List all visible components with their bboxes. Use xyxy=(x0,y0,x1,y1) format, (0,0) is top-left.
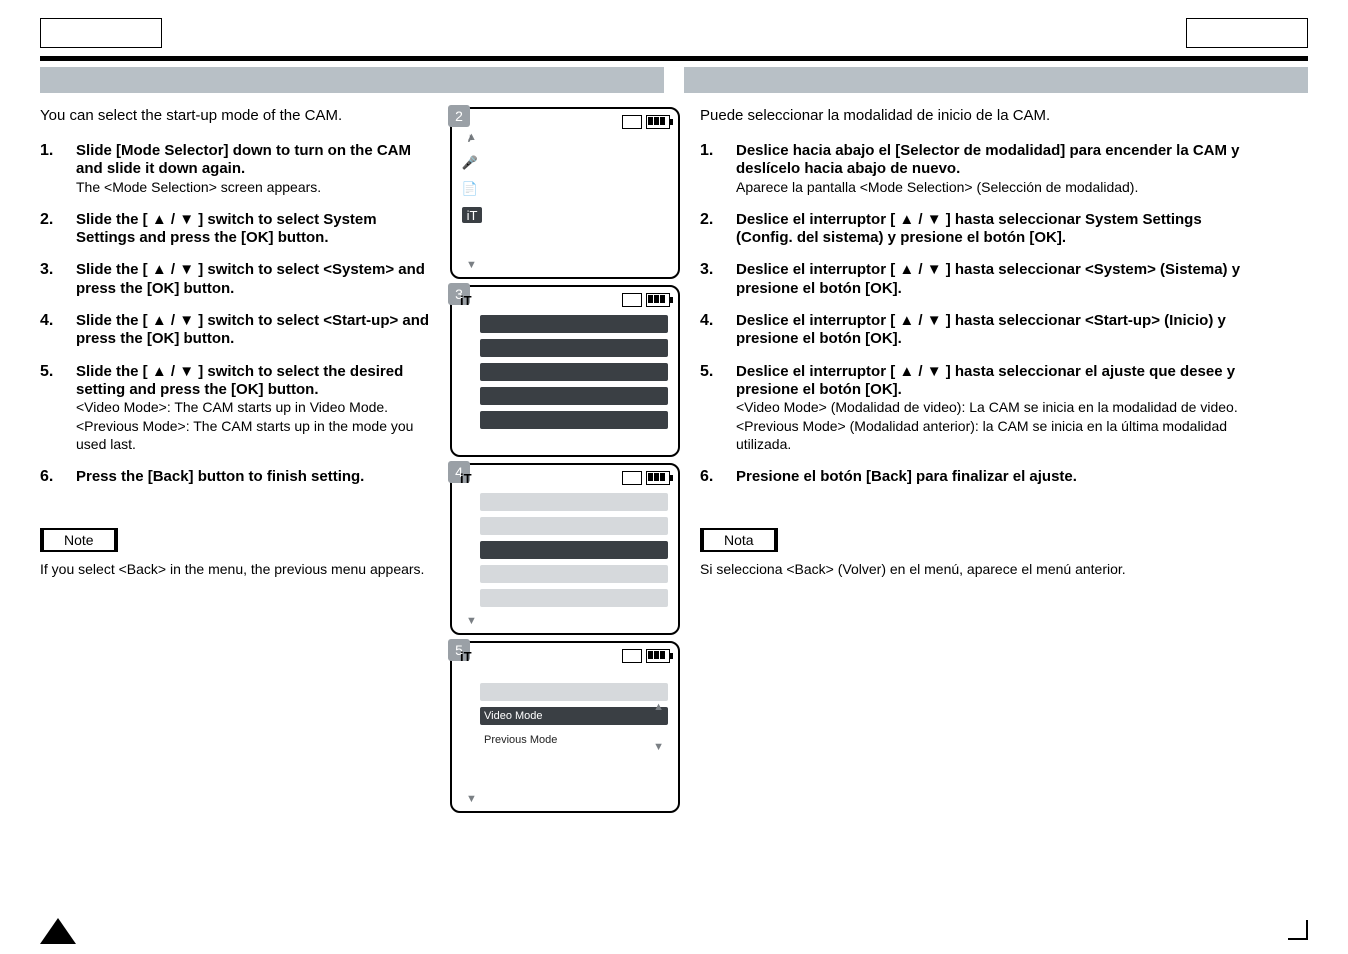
battery-icon xyxy=(646,471,670,485)
arrow-down-icon: ▼ xyxy=(466,259,477,271)
step-num: 6. xyxy=(700,468,736,486)
settings-icon: iT xyxy=(462,207,482,223)
arrow-down-icon: ▼ xyxy=(466,615,477,627)
sd-icon xyxy=(622,293,642,307)
lcd-screen-2: 2 ▲ ♪ 🎤 📄 iT ▼ xyxy=(450,107,680,279)
battery-icon xyxy=(646,115,670,129)
step-bold: Deslice el interruptor [ ▲ / ▼ ] hasta s… xyxy=(736,363,1235,398)
arrow-down-icon: ▼ xyxy=(653,741,664,753)
step-num: 3. xyxy=(700,261,736,298)
music-icon: ♪ xyxy=(462,129,478,145)
menu-row xyxy=(480,315,668,333)
step-num: 2. xyxy=(40,211,76,248)
sd-icon xyxy=(622,115,642,129)
intro-es: Puede seleccionar la modalidad de inicio… xyxy=(700,107,1260,124)
step-num: 5. xyxy=(700,363,736,454)
step-sub: <Video Mode> (Modalidad de video): La CA… xyxy=(736,399,1238,452)
menu-row xyxy=(480,363,668,381)
settings-icon: iT xyxy=(460,649,472,664)
step-bold: Slide the [ ▲ / ▼ ] switch to select <Sy… xyxy=(76,261,425,296)
note-text-en: If you select <Back> in the menu, the pr… xyxy=(40,560,430,579)
crop-mark-icon xyxy=(1288,920,1308,940)
note-label-en: Note xyxy=(40,528,118,552)
step-bold: Deslice hacia abajo el [Selector de moda… xyxy=(736,142,1240,177)
page-marker-triangle-icon xyxy=(40,918,76,944)
step-bold: Deslice el interruptor [ ▲ / ▼ ] hasta s… xyxy=(736,261,1240,296)
menu-row xyxy=(480,493,668,511)
lcd-screen-3: 3 iT xyxy=(450,285,680,457)
option-previous-mode: Previous Mode xyxy=(480,731,668,749)
menu-row xyxy=(480,565,668,583)
rule xyxy=(40,56,1308,61)
arrow-up-icon: ▲ xyxy=(653,701,664,713)
arrow-down-icon: ▼ xyxy=(466,793,477,805)
step-bold: Deslice el interruptor [ ▲ / ▼ ] hasta s… xyxy=(736,312,1226,347)
header-tab-left xyxy=(40,18,162,48)
step-sub: Aparece la pantalla <Mode Selection> (Se… xyxy=(736,179,1138,195)
intro-en: You can select the start-up mode of the … xyxy=(40,107,430,124)
step-num: 5. xyxy=(40,363,76,454)
menu-row xyxy=(480,517,668,535)
step-num: 1. xyxy=(700,142,736,197)
step-bold: Slide the [ ▲ / ▼ ] switch to select the… xyxy=(76,363,403,398)
settings-icon: iT xyxy=(460,471,472,486)
step-num: 4. xyxy=(700,312,736,349)
step-num: 2. xyxy=(700,211,736,248)
sd-icon xyxy=(622,471,642,485)
battery-icon xyxy=(646,293,670,307)
menu-row xyxy=(480,411,668,429)
option-video-mode: Video Mode xyxy=(480,707,668,725)
section-band-right xyxy=(684,67,1308,93)
menu-row xyxy=(480,387,668,405)
step-bold: Slide [Mode Selector] down to turn on th… xyxy=(76,142,411,177)
step-num: 3. xyxy=(40,261,76,298)
settings-icon: iT xyxy=(460,293,472,308)
screen-badge: 2 xyxy=(448,105,470,127)
header-tab-right xyxy=(1186,18,1308,48)
note-text-es: Si selecciona <Back> (Volver) en el menú… xyxy=(700,560,1260,579)
file-icon: 📄 xyxy=(462,181,478,197)
menu-row xyxy=(480,339,668,357)
step-num: 1. xyxy=(40,142,76,197)
step-num: 6. xyxy=(40,468,76,486)
menu-row-selected xyxy=(480,541,668,559)
step-sub: The <Mode Selection> screen appears. xyxy=(76,179,321,195)
note-label-es: Nota xyxy=(700,528,778,552)
menu-row xyxy=(480,589,668,607)
menu-row xyxy=(480,683,668,701)
step-bold: Slide the [ ▲ / ▼ ] switch to select <St… xyxy=(76,312,429,347)
step-bold: Deslice el interruptor [ ▲ / ▼ ] hasta s… xyxy=(736,211,1202,246)
step-num: 4. xyxy=(40,312,76,349)
mic-icon: 🎤 xyxy=(462,155,478,171)
battery-icon xyxy=(646,649,670,663)
lcd-screen-5: 5 iT Video Mode Previous Mode ▲ ▼ ▼ xyxy=(450,641,680,813)
step-bold: Slide the [ ▲ / ▼ ] switch to select Sys… xyxy=(76,211,377,246)
step-bold: Presione el botón [Back] para finalizar … xyxy=(736,468,1077,485)
step-bold: Press the [Back] button to finish settin… xyxy=(76,468,364,485)
sd-icon xyxy=(622,649,642,663)
step-sub: <Video Mode>: The CAM starts up in Video… xyxy=(76,399,413,452)
lcd-screen-4: 4 iT ▼ xyxy=(450,463,680,635)
section-band-left xyxy=(40,67,664,93)
